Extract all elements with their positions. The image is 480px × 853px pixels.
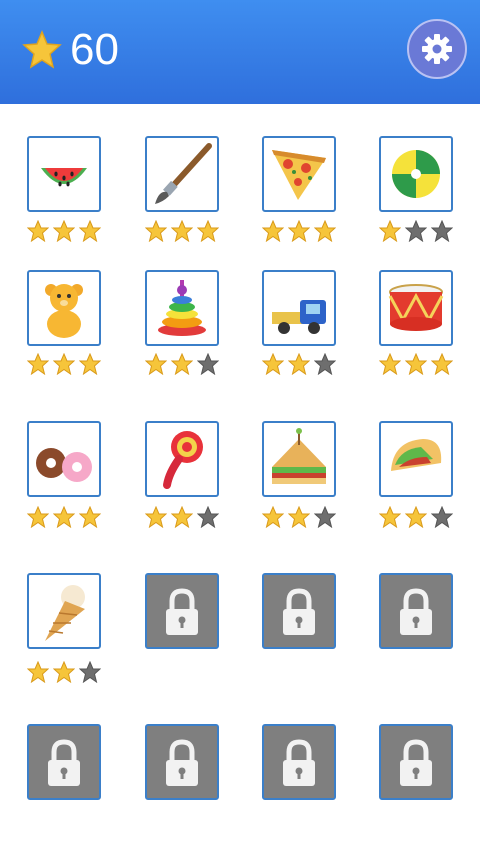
- level-tile-watermelon[interactable]: [27, 136, 101, 212]
- level-tile-locked[interactable]: [145, 573, 219, 649]
- star-rating: [379, 506, 459, 528]
- gear-icon: [422, 34, 452, 64]
- drum-icon: [388, 284, 444, 331]
- star-filled-icon: [27, 353, 49, 375]
- lock-icon: [283, 739, 315, 786]
- star-filled-icon: [379, 220, 401, 242]
- level-tile-sandwich[interactable]: [262, 421, 336, 497]
- teddy-bear-icon: [45, 284, 83, 338]
- star-rating: [262, 506, 342, 528]
- star-filled-icon: [53, 506, 75, 528]
- star-rating: [379, 353, 459, 375]
- star-filled-icon: [314, 220, 336, 242]
- star-filled-icon: [27, 220, 49, 242]
- rattle-icon: [163, 431, 203, 489]
- star-filled-icon: [405, 506, 427, 528]
- star-filled-icon: [145, 506, 167, 528]
- star-filled-icon: [53, 661, 75, 683]
- lock-icon: [400, 588, 432, 635]
- star-filled-icon: [171, 506, 193, 528]
- star-icon: [22, 30, 62, 69]
- level-tile-paintbrush[interactable]: [145, 136, 219, 212]
- watermelon-icon: [41, 168, 87, 187]
- star-filled-icon: [379, 506, 401, 528]
- level-tile-teddy-bear[interactable]: [27, 270, 101, 346]
- star-empty-icon: [314, 506, 336, 528]
- star-filled-icon: [431, 353, 453, 375]
- level-tile-locked[interactable]: [27, 724, 101, 800]
- paintbrush-icon: [155, 143, 212, 204]
- star-filled-icon: [379, 353, 401, 375]
- star-filled-icon: [197, 220, 219, 242]
- star-rating: [262, 220, 342, 242]
- lock-icon: [166, 739, 198, 786]
- lock-icon: [400, 739, 432, 786]
- star-filled-icon: [262, 353, 284, 375]
- level-tile-locked[interactable]: [379, 573, 453, 649]
- settings-button[interactable]: [407, 19, 467, 79]
- level-tile-locked[interactable]: [262, 573, 336, 649]
- star-filled-icon: [288, 353, 310, 375]
- star-rating: [145, 506, 225, 528]
- star-filled-icon: [145, 220, 167, 242]
- beach-ball-icon: [392, 150, 440, 198]
- star-rating: [262, 353, 342, 375]
- star-filled-icon: [405, 353, 427, 375]
- star-empty-icon: [197, 353, 219, 375]
- ice-cream-cone-icon: [45, 585, 85, 641]
- lock-icon: [48, 739, 80, 786]
- level-tile-stacking-rings[interactable]: [145, 270, 219, 346]
- level-tile-drum[interactable]: [379, 270, 453, 346]
- star-rating: [27, 353, 107, 375]
- level-tile-toy-truck[interactable]: [262, 270, 336, 346]
- star-filled-icon: [171, 353, 193, 375]
- star-rating: [145, 353, 225, 375]
- level-tile-beach-ball[interactable]: [379, 136, 453, 212]
- lock-icon: [283, 588, 315, 635]
- level-tile-rattle[interactable]: [145, 421, 219, 497]
- star-filled-icon: [288, 506, 310, 528]
- star-rating: [379, 220, 459, 242]
- stacking-rings-icon: [158, 280, 206, 336]
- level-tile-donuts[interactable]: [27, 421, 101, 497]
- star-filled-icon: [79, 506, 101, 528]
- star-filled-icon: [27, 506, 49, 528]
- star-filled-icon: [27, 661, 49, 683]
- star-empty-icon: [314, 353, 336, 375]
- star-filled-icon: [262, 506, 284, 528]
- star-filled-icon: [79, 353, 101, 375]
- star-rating: [27, 506, 107, 528]
- star-filled-icon: [262, 220, 284, 242]
- score-counter: 60: [70, 25, 119, 74]
- star-filled-icon: [53, 220, 75, 242]
- star-empty-icon: [79, 661, 101, 683]
- star-empty-icon: [431, 506, 453, 528]
- donuts-icon: [36, 448, 92, 482]
- star-rating: [145, 220, 225, 242]
- star-filled-icon: [79, 220, 101, 242]
- level-tile-ice-cream-cone[interactable]: [27, 573, 101, 649]
- level-tile-locked[interactable]: [379, 724, 453, 800]
- level-tile-pizza-slice[interactable]: [262, 136, 336, 212]
- star-filled-icon: [171, 220, 193, 242]
- level-tile-locked[interactable]: [145, 724, 219, 800]
- star-empty-icon: [405, 220, 427, 242]
- sandwich-icon: [272, 428, 326, 484]
- lock-icon: [166, 588, 198, 635]
- top-bar: 60: [0, 0, 480, 104]
- star-empty-icon: [431, 220, 453, 242]
- star-empty-icon: [197, 506, 219, 528]
- taco-icon: [391, 439, 442, 471]
- star-filled-icon: [288, 220, 310, 242]
- level-tile-locked[interactable]: [262, 724, 336, 800]
- star-rating: [27, 220, 107, 242]
- level-tile-taco[interactable]: [379, 421, 453, 497]
- star-filled-icon: [53, 353, 75, 375]
- star-filled-icon: [145, 353, 167, 375]
- toy-truck-icon: [272, 300, 326, 334]
- star-rating: [27, 661, 107, 683]
- pizza-slice-icon: [272, 150, 326, 200]
